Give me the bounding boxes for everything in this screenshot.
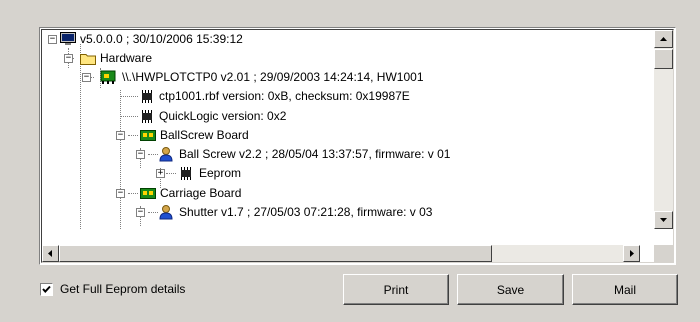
tree-content: − v5.0.0.0 ; 30/10/2006 15:39:12 − Hardw…	[42, 30, 640, 229]
vertical-scrollbar[interactable]	[654, 30, 673, 229]
checkmark-icon	[42, 285, 51, 293]
collapse-toggle[interactable]: −	[136, 150, 145, 159]
tree-node-label: Hardware	[100, 51, 153, 65]
tree-node-label: Carriage Board	[160, 186, 242, 200]
tree-node-label: BallScrew Board	[160, 128, 249, 142]
dialog-panel: − v5.0.0.0 ; 30/10/2006 15:39:12 − Hardw…	[0, 0, 700, 322]
arrow-left-icon	[48, 250, 52, 257]
collapse-toggle[interactable]: −	[116, 131, 125, 140]
tree-line	[128, 135, 138, 137]
arrow-right-icon	[630, 250, 634, 257]
print-button[interactable]: Print	[343, 274, 449, 305]
tree-node[interactable]: − Ball Screw v2.2 ; 28/05/04 13:37:57, f…	[42, 145, 640, 164]
hardware-tree-view[interactable]: − v5.0.0.0 ; 30/10/2006 15:39:12 − Hardw…	[39, 27, 676, 265]
scroll-right-button[interactable]	[623, 245, 640, 262]
tree-node[interactable]: + Eeprom	[42, 164, 640, 183]
collapse-toggle[interactable]: −	[82, 73, 91, 82]
collapse-toggle[interactable]: −	[64, 54, 73, 63]
tree-line	[120, 96, 138, 98]
tree-view-frame: − v5.0.0.0 ; 30/10/2006 15:39:12 − Hardw…	[41, 29, 674, 263]
tree-line	[148, 154, 158, 156]
full-eeprom-checkbox[interactable]	[40, 283, 53, 296]
user-icon	[159, 205, 173, 226]
tree-node[interactable]: − BallScrew Board	[42, 126, 640, 145]
horizontal-scroll-thumb[interactable]	[59, 245, 492, 262]
scroll-up-button[interactable]	[654, 30, 673, 48]
tree-node-label: v5.0.0.0 ; 30/10/2006 15:39:12	[80, 32, 243, 46]
tree-node-label: QuickLogic version: 0x2	[159, 109, 287, 123]
tree-line	[148, 212, 158, 214]
tree-node[interactable]: − \\.\HWPLOTCTP0 v2.01 ; 29/09/2003 14:2…	[42, 68, 640, 87]
tree-line	[128, 193, 138, 195]
tree-node[interactable]: ctp1001.rbf version: 0xB, checksum: 0x19…	[42, 87, 640, 106]
tree-line	[120, 116, 138, 118]
tree-node-label: \\.\HWPLOTCTP0 v2.01 ; 29/09/2003 14:24:…	[122, 70, 424, 84]
tree-node-label: Shutter v1.7 ; 27/05/03 07:21:28, firmwa…	[179, 205, 433, 219]
mail-button[interactable]: Mail	[572, 274, 678, 305]
scrollbar-corner	[654, 245, 673, 262]
arrow-down-icon	[660, 218, 667, 222]
full-eeprom-label[interactable]: Get Full Eeprom details	[60, 282, 185, 296]
tree-node[interactable]: − v5.0.0.0 ; 30/10/2006 15:39:12	[42, 30, 640, 49]
tree-node-label: ctp1001.rbf version: 0xB, checksum: 0x19…	[159, 89, 410, 103]
scroll-left-button[interactable]	[42, 245, 59, 262]
collapse-toggle[interactable]: −	[136, 208, 145, 217]
tree-node-label: Ball Screw v2.2 ; 28/05/04 13:37:57, fir…	[179, 147, 451, 161]
tree-node[interactable]: − Hardware	[42, 49, 640, 68]
arrow-up-icon	[660, 37, 667, 41]
expand-toggle[interactable]: +	[156, 169, 165, 178]
tree-node[interactable]: − Carriage Board	[42, 184, 640, 203]
tree-node[interactable]: − Shutter v1.7 ; 27/05/03 07:21:28, firm…	[42, 203, 640, 222]
tree-node-label: Eeprom	[199, 166, 242, 180]
save-button[interactable]: Save	[457, 274, 564, 305]
vertical-scroll-thumb[interactable]	[654, 49, 673, 69]
collapse-toggle[interactable]: −	[116, 189, 125, 198]
horizontal-scrollbar[interactable]	[42, 245, 640, 262]
collapse-toggle[interactable]: −	[48, 35, 57, 44]
tree-line	[166, 173, 176, 175]
tree-node[interactable]: QuickLogic version: 0x2	[42, 107, 640, 126]
scroll-down-button[interactable]	[654, 211, 673, 229]
